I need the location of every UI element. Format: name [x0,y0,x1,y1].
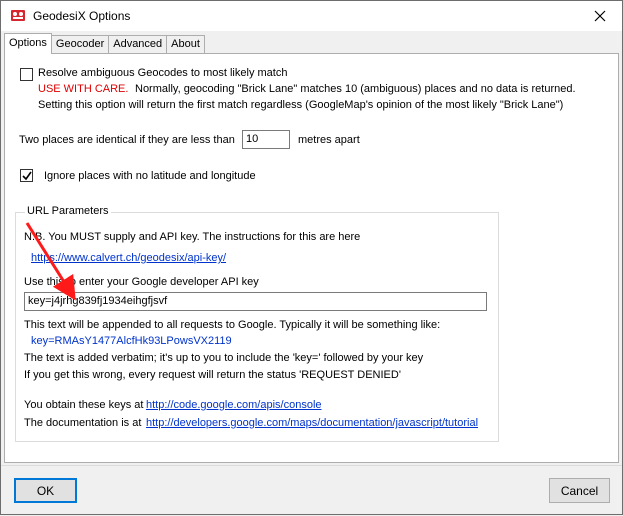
footer-separator [1,465,622,466]
url-parameters-legend: URL Parameters [25,205,111,217]
instructions-link[interactable]: https://www.calvert.ch/geodesix/api-key/ [31,252,226,264]
resolve-ambiguous-label: Resolve ambiguous Geocodes to most likel… [38,67,288,79]
caution-label: USE WITH CARE. [38,83,129,95]
resolve-ambiguous-checkbox[interactable] [20,68,33,81]
documentation-link[interactable]: http://developers.google.com/maps/docume… [146,417,478,429]
verbatim-text: The text is added verbatim; it's up to y… [24,352,424,364]
appended-text: This text will be appended to all reques… [24,319,441,331]
example-key: key=RMAsY1477AlcfHk93LPowsVX2119 [31,335,232,347]
api-key-input[interactable]: key=j4jrhg839fj1934eihgfjsvf [24,292,487,311]
ignore-no-latlng-label: Ignore places with no latitude and longi… [44,170,256,182]
tab-options[interactable]: Options [4,33,52,54]
identical-suffix-label: metres apart [298,134,360,146]
options-window: GeodesiX Options Options Geocoder Advanc… [0,0,623,515]
tab-about[interactable]: About [166,35,205,54]
wrong-key-warning: If you get this wrong, every request wil… [24,369,401,381]
ok-button[interactable]: OK [14,478,77,503]
documentation-label: The documentation is at [24,417,142,429]
caution-text: Normally, geocoding "Brick Lane" matches… [135,83,576,95]
google-console-link[interactable]: http://code.google.com/apis/console [146,399,322,411]
tab-strip: Options Geocoder Advanced About [4,33,205,54]
close-button[interactable] [578,1,622,31]
checkmark-icon [22,171,32,181]
tab-geocoder[interactable]: Geocoder [50,35,110,54]
identical-prefix-label: Two places are identical if they are les… [19,134,235,146]
window-title: GeodesiX Options [33,9,131,23]
cancel-button[interactable]: Cancel [549,478,610,503]
title-bar: GeodesiX Options [1,1,622,31]
api-key-notice: N.B. You MUST supply and API key. The in… [24,231,361,243]
geodesix-app-icon [11,10,25,21]
close-icon [594,10,606,22]
ignore-no-latlng-checkbox[interactable] [20,169,33,182]
options-panel: Resolve ambiguous Geocodes to most likel… [4,53,619,463]
api-key-prompt: Use this to enter your Google developer … [24,276,259,288]
tab-advanced[interactable]: Advanced [108,35,168,54]
identical-distance-input[interactable]: 10 [242,130,290,149]
caution-text-2: Setting this option will return the firs… [38,99,564,111]
obtain-keys-label: You obtain these keys at [24,399,144,411]
